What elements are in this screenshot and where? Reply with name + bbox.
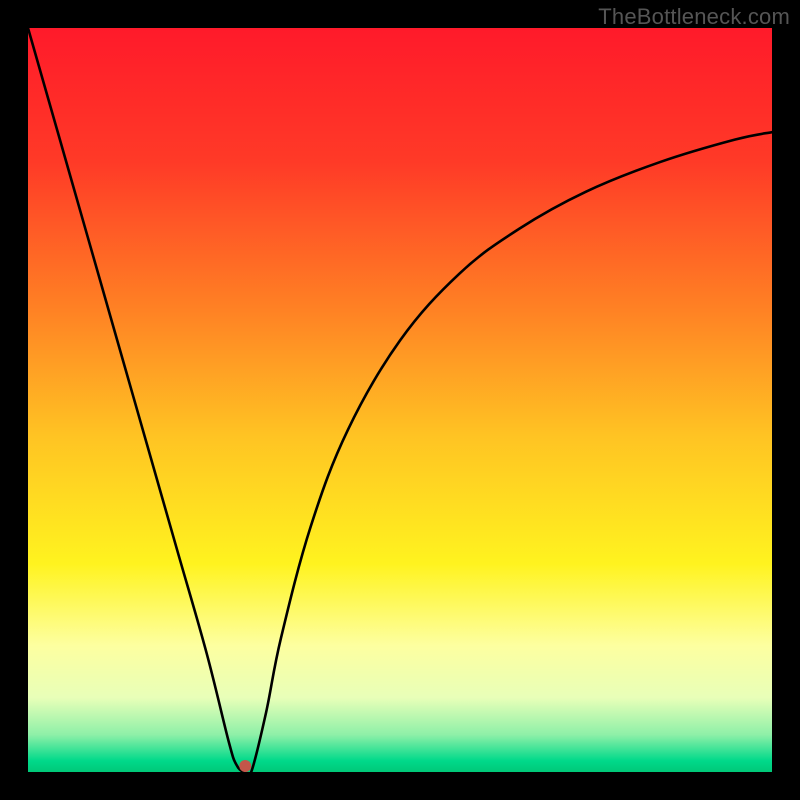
chart-frame: TheBottleneck.com <box>0 0 800 800</box>
min-point-marker <box>239 760 251 772</box>
watermark-text: TheBottleneck.com <box>598 4 790 30</box>
plot-area <box>28 28 772 772</box>
chart-svg <box>28 28 772 772</box>
gradient-background <box>28 28 772 772</box>
